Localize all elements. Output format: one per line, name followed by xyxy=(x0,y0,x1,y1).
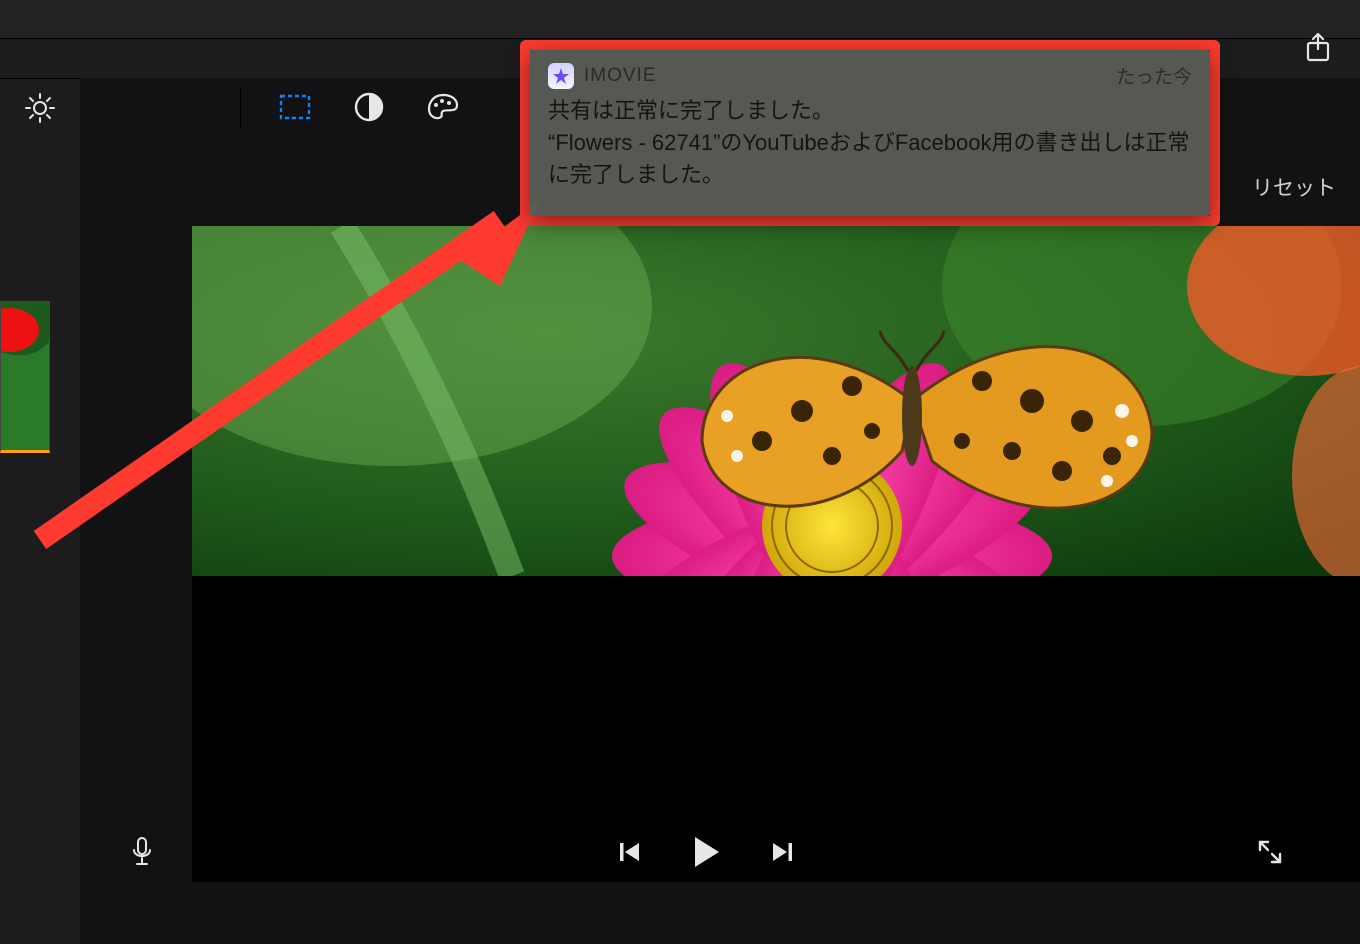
share-icon xyxy=(1305,33,1331,63)
preview-viewer xyxy=(192,226,1360,882)
palette-icon xyxy=(426,92,460,122)
color-balance-button[interactable] xyxy=(349,87,389,127)
video-frame xyxy=(192,226,1360,576)
frame-image xyxy=(192,226,1360,576)
fullscreen-button[interactable] xyxy=(1252,834,1288,870)
play-icon xyxy=(691,835,721,869)
prev-button[interactable] xyxy=(612,834,648,870)
notification-timestamp: たった今 xyxy=(1116,62,1192,89)
microphone-icon xyxy=(130,836,154,868)
imovie-window: リセット xyxy=(0,0,1360,944)
expand-icon xyxy=(1256,838,1284,866)
toolbar-divider xyxy=(240,87,241,127)
notification-title-text: 共有は正常に完了しました。 xyxy=(548,95,1192,127)
play-button[interactable] xyxy=(688,834,724,870)
crop-icon xyxy=(278,93,312,121)
left-sidebar xyxy=(0,78,80,944)
thumbnail-image xyxy=(1,302,49,450)
reset-button[interactable]: リセット xyxy=(1252,172,1336,202)
clip-thumbnail[interactable] xyxy=(0,301,50,453)
playback-controls xyxy=(112,820,1300,884)
skip-next-icon xyxy=(769,839,795,865)
title-bar xyxy=(0,0,1360,39)
share-button[interactable] xyxy=(1298,28,1338,68)
notification-app-name: IMOVIE xyxy=(584,65,657,87)
crop-tool-button[interactable] xyxy=(275,87,315,127)
color-correction-button[interactable] xyxy=(423,87,463,127)
skip-previous-icon xyxy=(617,839,643,865)
settings-button[interactable] xyxy=(23,91,57,130)
notification-header: IMOVIE たった今 xyxy=(548,62,1192,89)
next-button[interactable] xyxy=(764,834,800,870)
voiceover-button[interactable] xyxy=(124,834,160,870)
notification-message-text: “Flowers - 62741”のYouTubeおよびFacebook用の書き… xyxy=(548,127,1192,191)
notification-body: 共有は正常に完了しました。 “Flowers - 62741”のYouTubeお… xyxy=(548,95,1192,191)
imovie-app-icon xyxy=(548,63,574,89)
notification-banner[interactable]: IMOVIE たった今 共有は正常に完了しました。 “Flowers - 627… xyxy=(530,50,1210,216)
annotation-highlight-box: IMOVIE たった今 共有は正常に完了しました。 “Flowers - 627… xyxy=(520,40,1220,226)
gear-icon xyxy=(23,91,57,125)
contrast-icon xyxy=(353,91,385,123)
